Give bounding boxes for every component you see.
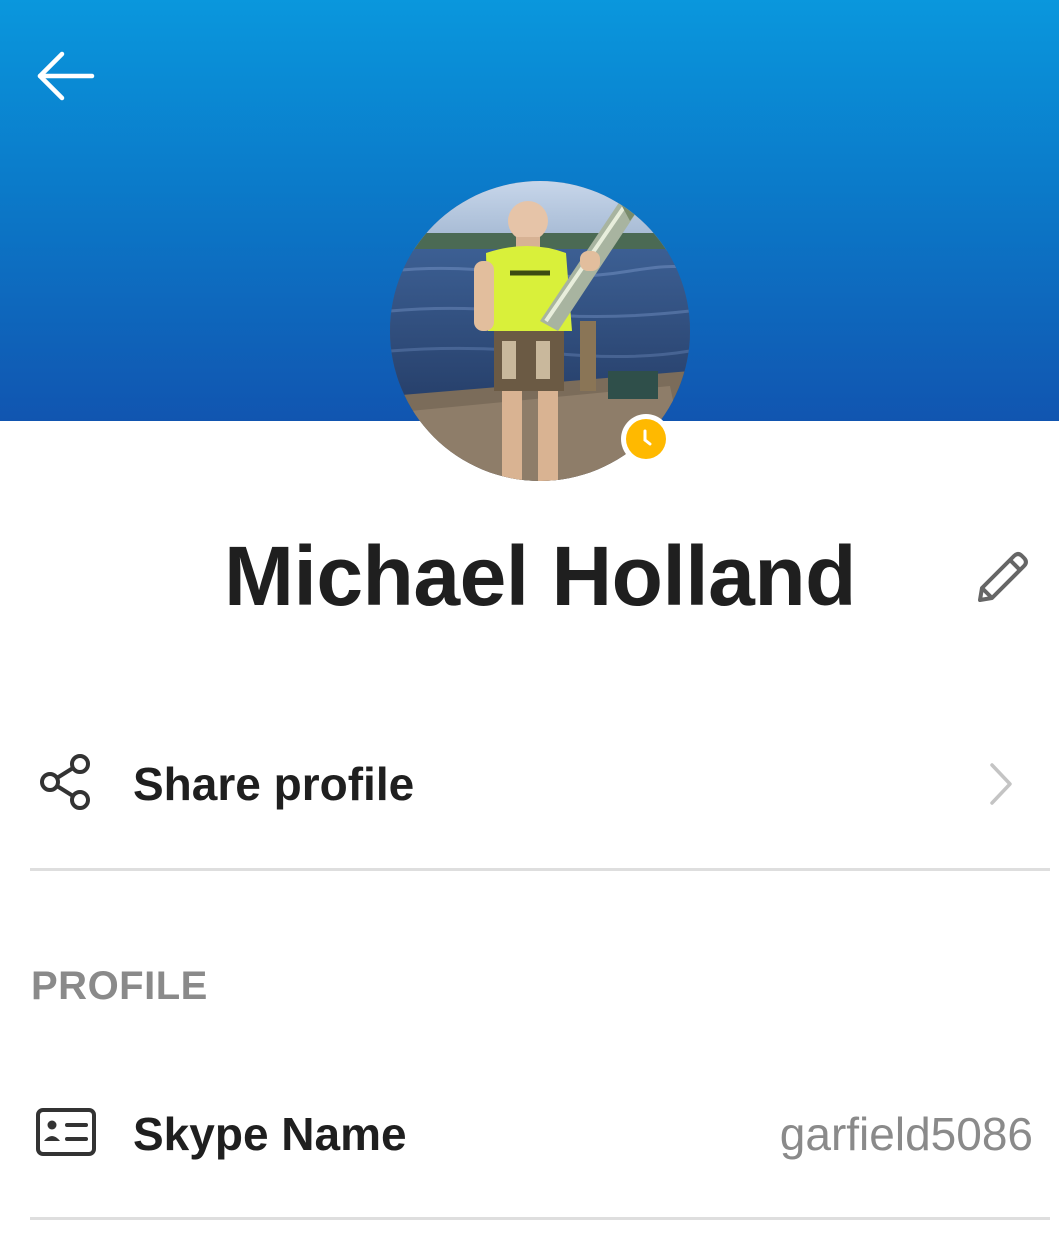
presence-badge [621, 414, 671, 464]
clock-icon [626, 419, 666, 459]
arrow-left-icon [37, 51, 95, 101]
divider [30, 1217, 1050, 1220]
profile-screen: Michael Holland Share profile PROFILE Sk… [0, 0, 1059, 1234]
avatar[interactable] [390, 181, 690, 481]
section-header-profile: PROFILE [31, 964, 208, 1008]
edit-name-button[interactable] [960, 538, 1040, 614]
share-profile-label: Share profile [133, 758, 415, 810]
pencil-icon [978, 552, 1028, 602]
divider [30, 868, 1050, 871]
chevron-right-icon [981, 760, 1021, 808]
back-button[interactable] [28, 42, 104, 110]
skype-name-label: Skype Name [133, 1108, 407, 1160]
share-profile-row[interactable]: Share profile [0, 722, 1059, 842]
id-card-icon [30, 1102, 102, 1162]
skype-name-value: garfield5086 [779, 1108, 1033, 1160]
share-icon [30, 752, 102, 812]
profile-name: Michael Holland [224, 529, 856, 623]
skype-name-row: Skype Name garfield5086 [0, 1072, 1059, 1192]
